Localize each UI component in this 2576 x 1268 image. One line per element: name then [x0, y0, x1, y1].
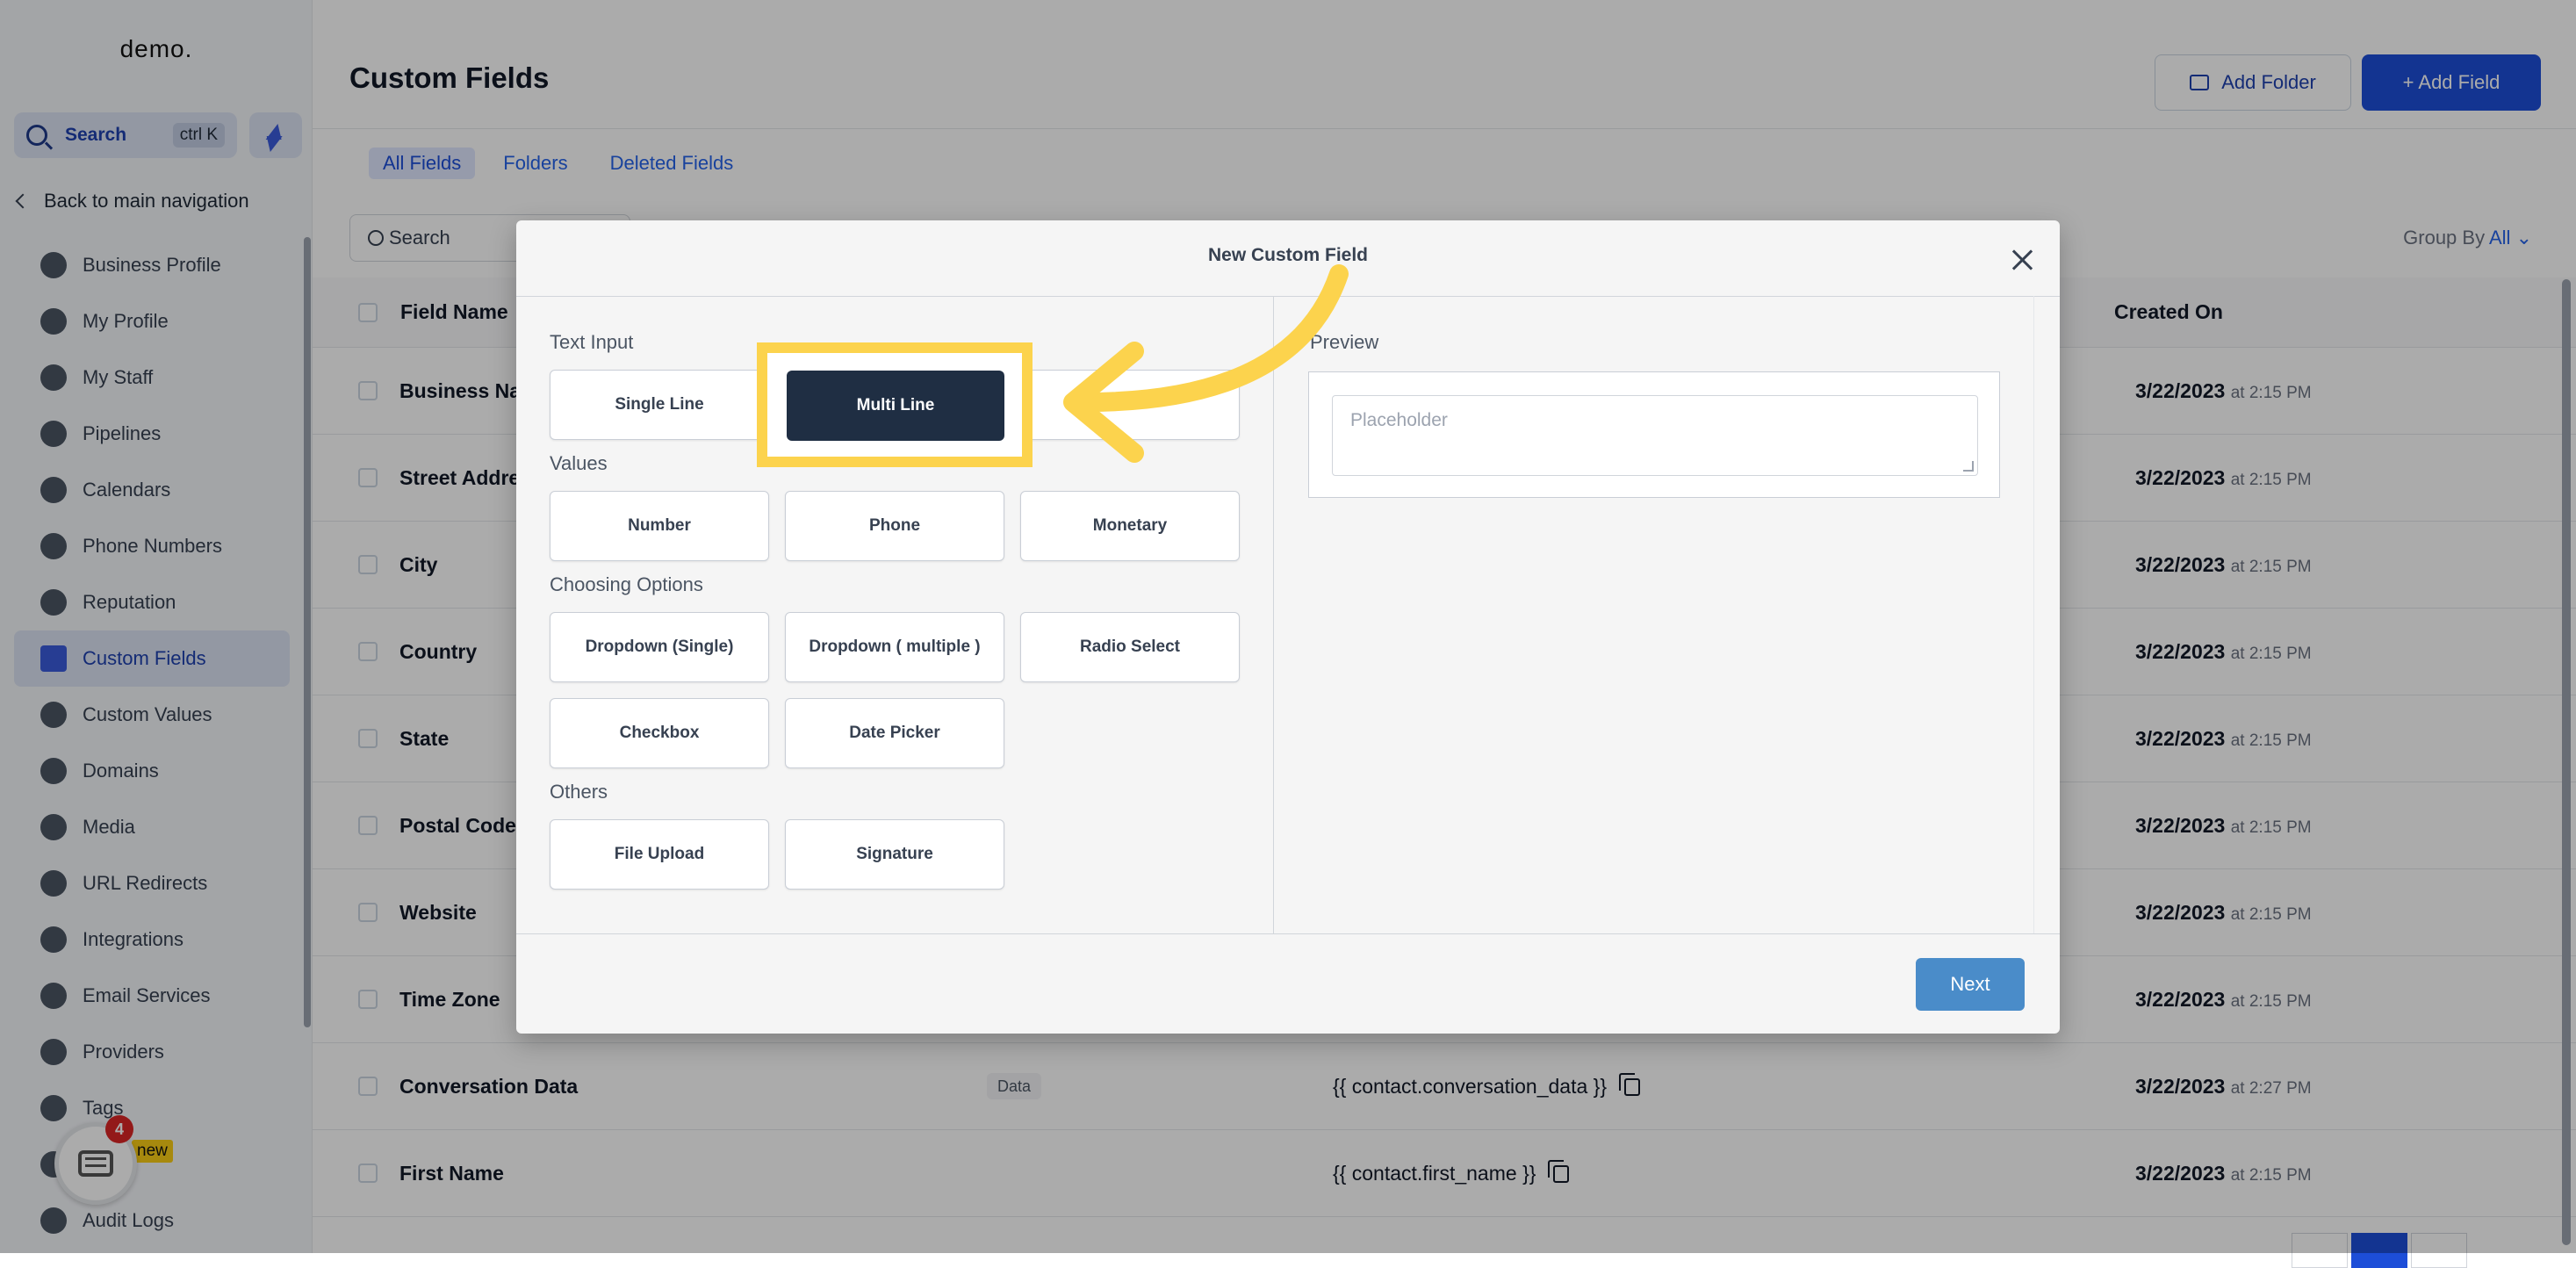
next-button[interactable]: Next: [1916, 958, 2025, 1011]
signature-button[interactable]: Signature: [785, 819, 1004, 890]
modal-column-divider: [2033, 296, 2034, 933]
dropdown-multiple-button[interactable]: Dropdown ( multiple ): [785, 612, 1004, 682]
section-text-input: Text Input: [550, 331, 634, 353]
number-button[interactable]: Number: [550, 491, 769, 561]
section-others: Others: [550, 781, 608, 803]
close-icon[interactable]: [2007, 245, 2037, 275]
tutorial-arrow-icon: [1063, 264, 1349, 463]
resize-handle-icon[interactable]: [1963, 461, 1974, 472]
file-upload-button[interactable]: File Upload: [550, 819, 769, 890]
preview-textarea[interactable]: Placeholder: [1332, 395, 1978, 476]
dropdown-single-button[interactable]: Dropdown (Single): [550, 612, 769, 682]
section-choosing-options: Choosing Options: [550, 573, 703, 595]
radio-select-button[interactable]: Radio Select: [1020, 612, 1240, 682]
modal-footer-divider: [516, 933, 2060, 934]
monetary-button[interactable]: Monetary: [1020, 491, 1240, 561]
phone-button[interactable]: Phone: [785, 491, 1004, 561]
checkbox-button[interactable]: Checkbox: [550, 698, 769, 768]
single-line-button[interactable]: Single Line: [550, 370, 769, 440]
section-values: Values: [550, 452, 608, 474]
preview-panel: Placeholder: [1308, 371, 2000, 498]
date-picker-button[interactable]: Date Picker: [785, 698, 1004, 768]
multi-line-button[interactable]: Multi Line: [787, 371, 1004, 441]
